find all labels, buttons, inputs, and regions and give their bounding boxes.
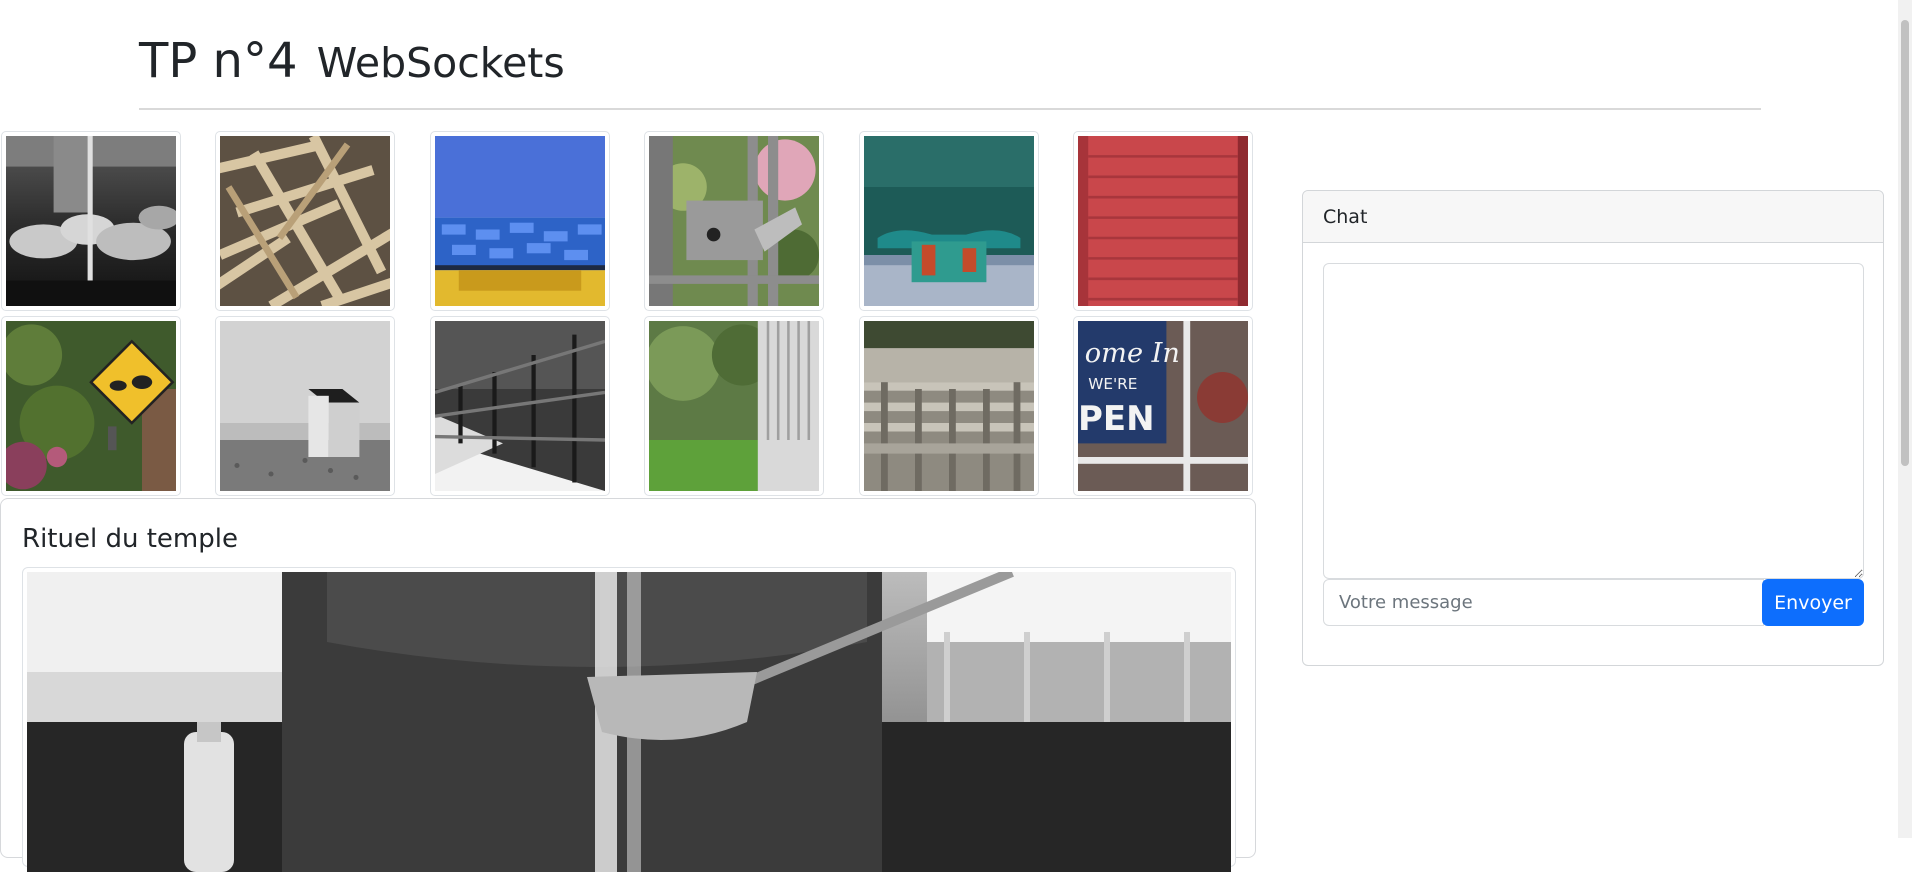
rabbit-sign-photo — [6, 321, 176, 491]
mooring-cleat-photo — [864, 136, 1034, 306]
gallery-thumb-12[interactable]: ome In WE'RE PEN — [1073, 316, 1253, 496]
gallery-thumb-5[interactable] — [859, 131, 1039, 311]
red-shutter-photo — [1078, 136, 1248, 306]
come-in-open-sign-photo: ome In WE'RE PEN — [1078, 321, 1248, 491]
page-scrollbar[interactable] — [1898, 0, 1912, 838]
page-title-main: TP n°4 — [139, 33, 298, 89]
photo-detail-card: Rituel du temple — [0, 498, 1256, 872]
gallery-thumb-6[interactable] — [1073, 131, 1253, 311]
svg-text:PEN: PEN — [1078, 399, 1155, 439]
chat-header: Chat — [1303, 191, 1883, 243]
temple-water-ladle-large-photo — [27, 572, 1231, 872]
gallery-thumb-9[interactable] — [430, 316, 610, 496]
svg-text:ome In: ome In — [1085, 338, 1180, 369]
send-button[interactable]: Envoyer — [1762, 579, 1864, 626]
scrollbar-thumb[interactable] — [1901, 20, 1909, 466]
gallery-thumb-11[interactable] — [859, 316, 1039, 496]
message-input[interactable] — [1323, 579, 1764, 626]
gallery-thumb-4[interactable] — [644, 131, 824, 311]
gate-latch-photo — [649, 136, 819, 306]
svg-text:WE'RE: WE'RE — [1088, 375, 1137, 393]
header-divider — [139, 108, 1761, 110]
gallery-thumb-7[interactable] — [1, 316, 181, 496]
blue-roof-photo — [435, 136, 605, 306]
gallery-thumb-1[interactable] — [1, 131, 181, 311]
wooden-bench-photo — [864, 321, 1034, 491]
photo-detail-frame — [22, 567, 1236, 872]
beach-hut-photo — [220, 321, 390, 491]
wooden-slats-photo — [220, 136, 390, 306]
snowy-fence-photo — [435, 321, 605, 491]
page-title-sub: WebSockets — [316, 39, 565, 87]
page-title: TP n°4 WebSockets — [139, 30, 565, 94]
gallery-thumb-2[interactable] — [215, 131, 395, 311]
garden-gate-photo — [649, 321, 819, 491]
chat-log[interactable] — [1323, 263, 1864, 579]
temple-water-ladles-photo — [6, 136, 176, 306]
gallery-thumb-10[interactable] — [644, 316, 824, 496]
gallery-thumb-3[interactable] — [430, 131, 610, 311]
gallery-thumb-8[interactable] — [215, 316, 395, 496]
chat-card: Chat Envoyer — [1302, 190, 1884, 666]
photo-detail-title: Rituel du temple — [22, 524, 238, 554]
